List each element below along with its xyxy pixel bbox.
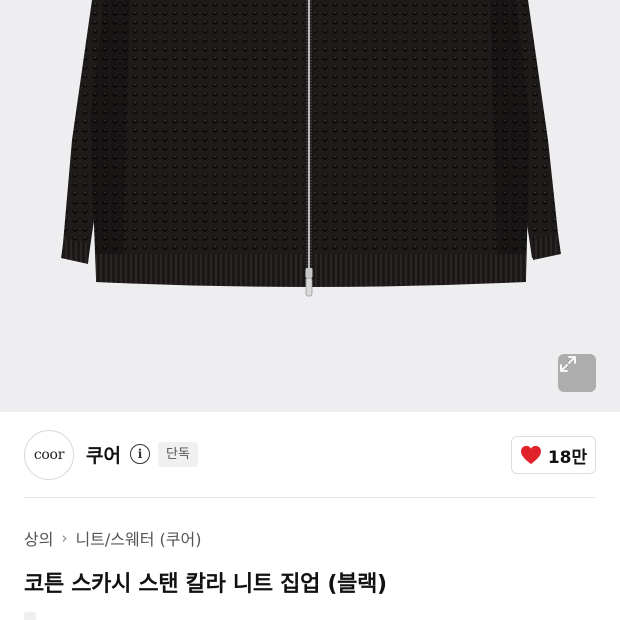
product-title: 코튼 스카시 스탠 칼라 니트 집업 (블랙): [24, 572, 387, 597]
expand-image-button[interactable]: [558, 354, 596, 392]
expand-icon: [560, 356, 576, 372]
brand-row: coor 쿠어 i 단독 18만: [0, 412, 620, 498]
like-button[interactable]: 18만: [511, 436, 596, 474]
breadcrumb-item-subcategory[interactable]: 니트/스웨터 (쿠어): [75, 526, 201, 550]
breadcrumb-item-category[interactable]: 상의: [24, 526, 53, 550]
exclusive-badge: 단독: [158, 442, 198, 467]
brand-logo[interactable]: coor: [24, 430, 74, 480]
brand-name[interactable]: 쿠어: [86, 441, 121, 468]
product-tag: [24, 612, 36, 620]
breadcrumb: 상의 › 니트/스웨터 (쿠어): [24, 526, 201, 550]
like-count: 18만: [547, 447, 588, 468]
heart-icon: [520, 445, 541, 465]
info-icon[interactable]: i: [130, 444, 150, 464]
product-image[interactable]: [0, 0, 620, 412]
knit-zip-up-illustration: [61, 0, 561, 297]
chevron-right-icon: ›: [61, 529, 68, 547]
divider: [24, 497, 596, 498]
